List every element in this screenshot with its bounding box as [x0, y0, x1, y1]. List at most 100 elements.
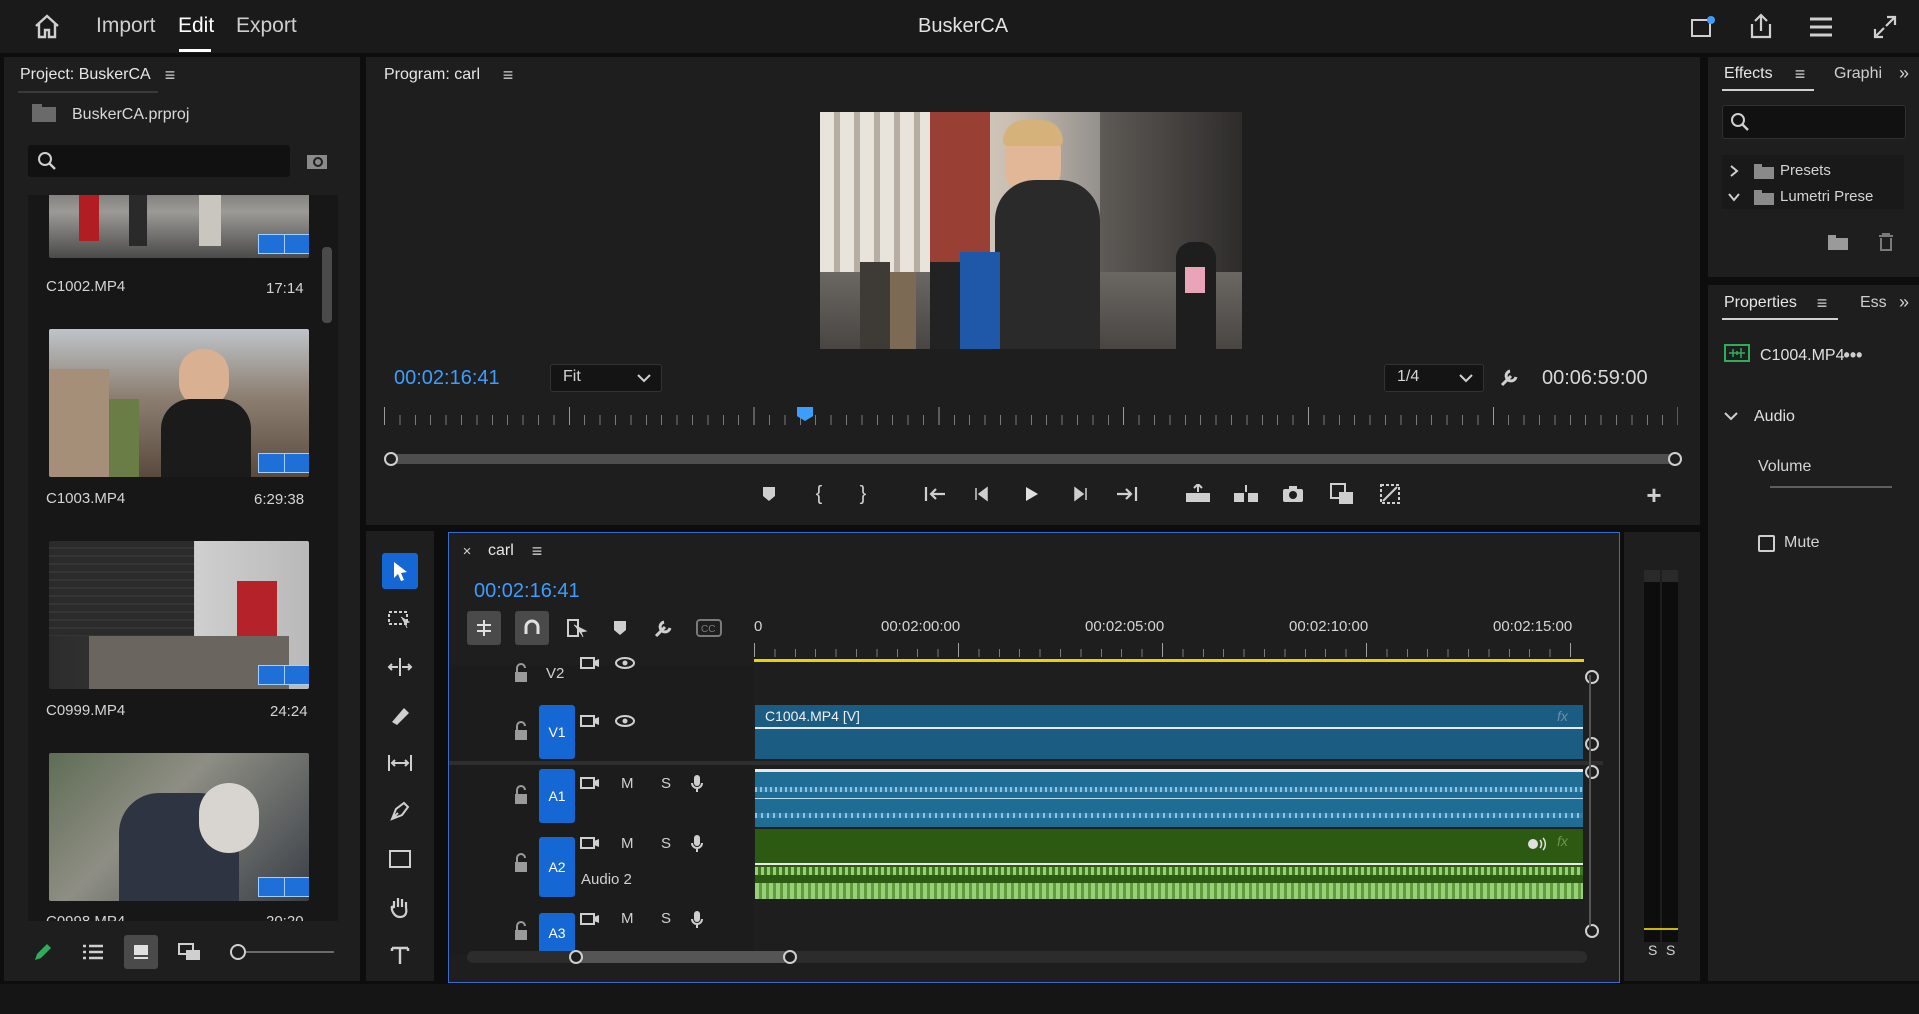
new-bin-icon[interactable]: [1826, 231, 1850, 253]
add-marker-icon[interactable]: [758, 483, 780, 505]
track-a2-button[interactable]: A2: [539, 837, 575, 897]
video-clip[interactable]: C1004.MP4 [V] fx: [755, 705, 1583, 759]
tab-export[interactable]: Export: [236, 14, 297, 38]
zoom-bar-right-handle[interactable]: [1668, 452, 1682, 466]
effects-search-input[interactable]: [1722, 105, 1906, 139]
close-icon[interactable]: ×: [459, 543, 475, 560]
program-video-frame[interactable]: [820, 112, 1242, 349]
panel-menu-icon[interactable]: ≡: [1790, 64, 1810, 84]
step-forward-icon[interactable]: [1068, 483, 1090, 505]
panel-menu-icon[interactable]: ≡: [527, 541, 547, 561]
audio-clip-a2[interactable]: fx: [755, 829, 1583, 899]
program-zoom-bar[interactable]: [390, 454, 1674, 464]
panel-menu-icon[interactable]: ≡: [498, 65, 518, 85]
chevron-down-icon[interactable]: [1726, 187, 1742, 207]
icon-view-icon[interactable]: [124, 935, 158, 969]
effects-item-presets[interactable]: Presets: [1780, 162, 1831, 179]
timeline-ruler[interactable]: [754, 641, 1584, 663]
program-time-ruler[interactable]: [384, 407, 1684, 431]
film-icon[interactable]: [579, 711, 601, 731]
tab-edit[interactable]: Edit: [178, 14, 214, 38]
properties-section-audio[interactable]: Audio: [1754, 408, 1795, 426]
list-view-icon[interactable]: [80, 939, 106, 965]
rectangle-tool-icon[interactable]: [382, 841, 418, 877]
clip-thumbnail[interactable]: [49, 541, 309, 689]
audio-clip-a1[interactable]: [755, 769, 1583, 827]
mark-in-icon[interactable]: {: [808, 483, 830, 505]
chevron-right-icon[interactable]: [1726, 161, 1742, 181]
add-button-icon[interactable]: +: [1642, 480, 1666, 510]
extract-icon[interactable]: [1232, 483, 1260, 505]
camera-icon[interactable]: [1280, 483, 1306, 505]
bin-scrollbar[interactable]: [322, 247, 332, 323]
project-search-input[interactable]: [28, 145, 290, 177]
mute-track-button[interactable]: M: [621, 835, 634, 852]
track-end-handle[interactable]: [1585, 737, 1599, 751]
razor-tool-icon[interactable]: [382, 697, 418, 733]
share-icon[interactable]: [1746, 10, 1776, 42]
film-icon[interactable]: [579, 833, 601, 853]
chevron-down-icon[interactable]: [1722, 407, 1740, 425]
lift-icon[interactable]: [1184, 483, 1212, 505]
panel-menu-icon[interactable]: ≡: [160, 65, 180, 85]
microphone-icon[interactable]: [687, 773, 707, 795]
lock-icon[interactable]: [511, 851, 531, 875]
clip-thumbnail[interactable]: [49, 195, 309, 258]
fit-dropdown[interactable]: Fit: [550, 364, 662, 392]
fullscreen-icon[interactable]: [1870, 12, 1900, 42]
tab-effects[interactable]: Effects: [1724, 65, 1773, 83]
track-end-handle[interactable]: [1585, 670, 1599, 684]
film-icon[interactable]: [579, 909, 601, 929]
timeline-scroll-thumb[interactable]: [575, 951, 789, 963]
eye-icon[interactable]: [613, 711, 637, 731]
microphone-icon[interactable]: [687, 909, 707, 931]
snap-magnet-icon[interactable]: [515, 611, 549, 645]
timeline-horizontal-scroll[interactable]: [467, 950, 1587, 964]
microphone-icon[interactable]: [687, 833, 707, 855]
resolution-dropdown[interactable]: 1/4: [1384, 364, 1484, 392]
comparison-view-icon[interactable]: [1328, 481, 1356, 507]
type-tool-icon[interactable]: [382, 937, 418, 973]
freeform-view-icon[interactable]: [176, 939, 204, 965]
track-v2-label[interactable]: V2: [546, 665, 564, 682]
film-icon[interactable]: [579, 773, 601, 793]
program-monitor-title[interactable]: Program: carl: [384, 66, 480, 84]
lock-icon[interactable]: [511, 661, 531, 685]
zoom-slider-handle[interactable]: [230, 944, 246, 960]
pen-tool-icon[interactable]: [382, 793, 418, 829]
panel-menu-icon[interactable]: ≡: [1812, 293, 1832, 313]
solo-track-button[interactable]: S: [661, 775, 671, 792]
timeline-timecode[interactable]: 00:02:16:41: [474, 580, 580, 603]
nest-toggle-icon[interactable]: [467, 611, 501, 645]
clip-thumbnail[interactable]: [49, 753, 309, 901]
find-icon[interactable]: [304, 149, 330, 173]
program-current-timecode[interactable]: 00:02:16:41: [394, 367, 500, 390]
workspaces-icon[interactable]: [1806, 12, 1836, 42]
linked-selection-icon[interactable]: [563, 613, 593, 643]
solo-left-button[interactable]: S: [1648, 942, 1657, 958]
track-select-tool-icon[interactable]: [382, 601, 418, 637]
track-end-handle[interactable]: [1585, 765, 1599, 779]
play-icon[interactable]: [1020, 483, 1042, 505]
go-to-in-icon[interactable]: [922, 483, 948, 505]
double-chevron-right-icon[interactable]: »: [1894, 292, 1914, 312]
zoom-bar-left-handle[interactable]: [384, 452, 398, 466]
lock-icon[interactable]: [511, 719, 531, 743]
lock-icon[interactable]: [511, 783, 531, 807]
solo-track-button[interactable]: S: [661, 835, 671, 852]
effects-item-lumetri[interactable]: Lumetri Prese: [1780, 188, 1873, 205]
timeline-vertical-scroll[interactable]: [1589, 675, 1591, 927]
tab-properties[interactable]: Properties: [1724, 294, 1797, 312]
film-icon[interactable]: [579, 653, 601, 673]
track-v1-button[interactable]: V1: [539, 705, 575, 759]
mark-out-icon[interactable]: }: [852, 483, 874, 505]
quick-actions-icon[interactable]: [1688, 12, 1718, 42]
add-marker-icon[interactable]: [607, 615, 633, 641]
lock-icon[interactable]: [511, 919, 531, 943]
trash-icon[interactable]: [1874, 231, 1898, 253]
mute-checkbox[interactable]: [1758, 535, 1775, 552]
slip-tool-icon[interactable]: [382, 745, 418, 781]
scroll-thumb-right-handle[interactable]: [783, 950, 797, 964]
track-a1-button[interactable]: A1: [539, 769, 575, 823]
go-to-out-icon[interactable]: [1114, 483, 1140, 505]
